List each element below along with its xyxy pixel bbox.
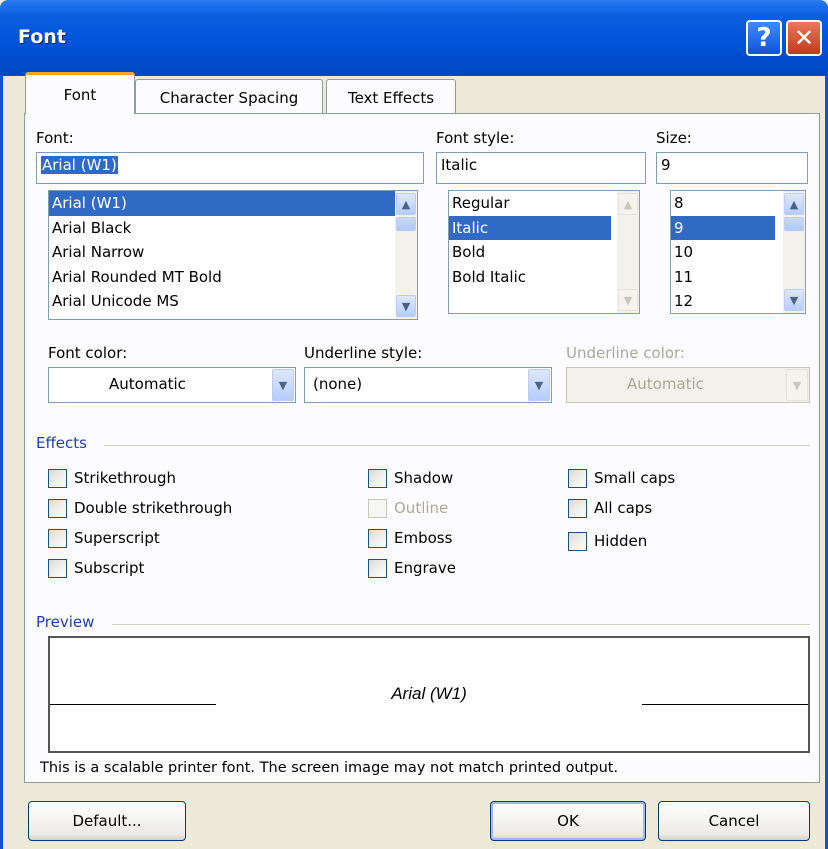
outline-checkbox[interactable]: Outline <box>368 497 448 519</box>
list-item[interactable]: Italic <box>449 215 611 240</box>
scroll-thumb[interactable] <box>396 217 416 231</box>
superscript-checkbox[interactable]: Superscript <box>48 527 160 549</box>
preview-sample: Arial (W1) <box>391 684 467 703</box>
underline-color-label: Underline color: <box>566 344 685 362</box>
font-label: Font: <box>36 129 74 147</box>
underline-color-select[interactable]: Automatic ▼ <box>566 367 810 403</box>
up-arrow-icon[interactable]: ▲ <box>784 193 804 215</box>
baseline-left <box>50 704 216 705</box>
effects-divider <box>104 445 810 446</box>
list-item[interactable]: Bold <box>449 240 639 265</box>
small-caps-checkbox[interactable]: Small caps <box>568 467 675 489</box>
size-input[interactable]: 9 <box>656 152 808 184</box>
checkbox-label: Engrave <box>394 559 456 577</box>
checkbox-label: Emboss <box>394 529 453 547</box>
down-arrow-icon[interactable]: ▼ <box>396 295 416 317</box>
checkbox-box[interactable] <box>48 468 67 488</box>
checkbox-label: Subscript <box>74 559 145 577</box>
baseline-right <box>642 704 808 705</box>
underline-color-value: Automatic <box>627 375 704 393</box>
checkbox-label: Shadow <box>394 469 454 487</box>
default-button[interactable]: Default... <box>28 801 186 841</box>
list-item[interactable]: Bold Italic <box>449 265 639 290</box>
preview-note: This is a scalable printer font. The scr… <box>40 760 619 776</box>
font-color-label: Font color: <box>48 344 128 362</box>
checkbox-label: Superscript <box>74 529 160 547</box>
emboss-checkbox[interactable]: Emboss <box>368 527 452 549</box>
checkbox-box[interactable] <box>48 498 67 518</box>
up-arrow-icon[interactable]: ▲ <box>396 193 416 215</box>
checkbox-box[interactable] <box>568 531 587 551</box>
font-style-label: Font style: <box>436 129 515 147</box>
strikethrough-checkbox[interactable]: Strikethrough <box>48 467 176 489</box>
engrave-checkbox[interactable]: Engrave <box>368 557 456 579</box>
button-label: OK <box>557 812 579 830</box>
checkbox-box[interactable] <box>368 468 387 488</box>
font-list-scrollbar[interactable]: ▲ ▼ <box>395 191 417 319</box>
list-item[interactable]: Arial Rounded MT Bold <box>49 265 417 290</box>
list-item[interactable]: Arial Unicode MS <box>49 289 417 314</box>
chevron-down-icon[interactable]: ▼ <box>528 369 550 401</box>
font-list[interactable]: Arial (W1) Arial Black Arial Narrow Aria… <box>48 190 418 320</box>
checkbox-label: Outline <box>394 499 449 517</box>
checkbox-box[interactable] <box>568 498 587 518</box>
cancel-button[interactable]: Cancel <box>658 801 810 841</box>
underline-style-label: Underline style: <box>304 344 423 362</box>
font-style-list-scrollbar[interactable]: ▲ ▼ <box>617 191 639 313</box>
underline-style-select[interactable]: (none) ▼ <box>304 367 552 403</box>
size-label: Size: <box>656 129 692 147</box>
checkbox-box[interactable] <box>368 498 387 518</box>
size-value: 9 <box>661 156 671 174</box>
size-list-scrollbar[interactable]: ▲ ▼ <box>783 191 805 313</box>
checkbox-label: All caps <box>594 499 653 517</box>
checkbox-label: Double strikethrough <box>74 499 233 517</box>
list-item[interactable]: Arial Narrow <box>49 240 417 265</box>
chevron-down-icon[interactable]: ▼ <box>786 369 808 401</box>
font-name-value: Arial (W1) <box>41 156 118 174</box>
checkbox-label: Hidden <box>594 532 648 550</box>
ok-button[interactable]: OK <box>490 801 646 841</box>
font-style-list[interactable]: Regular Italic Bold Bold Italic ▲ ▼ <box>448 190 640 314</box>
checkbox-box[interactable] <box>568 468 587 488</box>
double-strikethrough-checkbox[interactable]: Double strikethrough <box>48 497 232 519</box>
all-caps-checkbox[interactable]: All caps <box>568 497 652 519</box>
font-color-value: Automatic <box>109 375 186 393</box>
font-name-input[interactable]: Arial (W1) <box>36 152 424 184</box>
scroll-thumb[interactable] <box>784 217 804 231</box>
effects-title: Effects <box>36 434 87 452</box>
font-style-value: Italic <box>441 156 478 174</box>
size-list[interactable]: 8 9 10 11 12 ▲ ▼ <box>670 190 806 314</box>
underline-style-value: (none) <box>313 375 363 393</box>
font-color-select[interactable]: Automatic ▼ <box>48 367 296 403</box>
checkbox-box[interactable] <box>368 558 387 578</box>
checkbox-label: Small caps <box>594 469 676 487</box>
preview-divider <box>112 624 810 625</box>
hidden-checkbox[interactable]: Hidden <box>568 530 647 552</box>
checkbox-box[interactable] <box>48 528 67 548</box>
list-item[interactable]: 9 <box>671 215 775 240</box>
list-item[interactable]: Arial Black <box>49 216 417 241</box>
down-arrow-icon[interactable]: ▼ <box>618 289 638 311</box>
checkbox-box[interactable] <box>368 528 387 548</box>
font-style-input[interactable]: Italic <box>436 152 646 184</box>
list-item[interactable]: Arial (W1) <box>49 191 395 216</box>
checkbox-box[interactable] <box>48 558 67 578</box>
shadow-checkbox[interactable]: Shadow <box>368 467 453 489</box>
preview-box: Arial (W1) <box>48 636 810 753</box>
preview-title: Preview <box>36 613 95 631</box>
chevron-down-icon[interactable]: ▼ <box>272 369 294 401</box>
up-arrow-icon[interactable]: ▲ <box>618 193 638 215</box>
button-label: Default... <box>72 812 142 830</box>
button-label: Cancel <box>708 812 760 830</box>
list-item[interactable]: Regular <box>449 191 639 216</box>
checkbox-label: Strikethrough <box>74 469 177 487</box>
down-arrow-icon[interactable]: ▼ <box>784 289 804 311</box>
subscript-checkbox[interactable]: Subscript <box>48 557 144 579</box>
